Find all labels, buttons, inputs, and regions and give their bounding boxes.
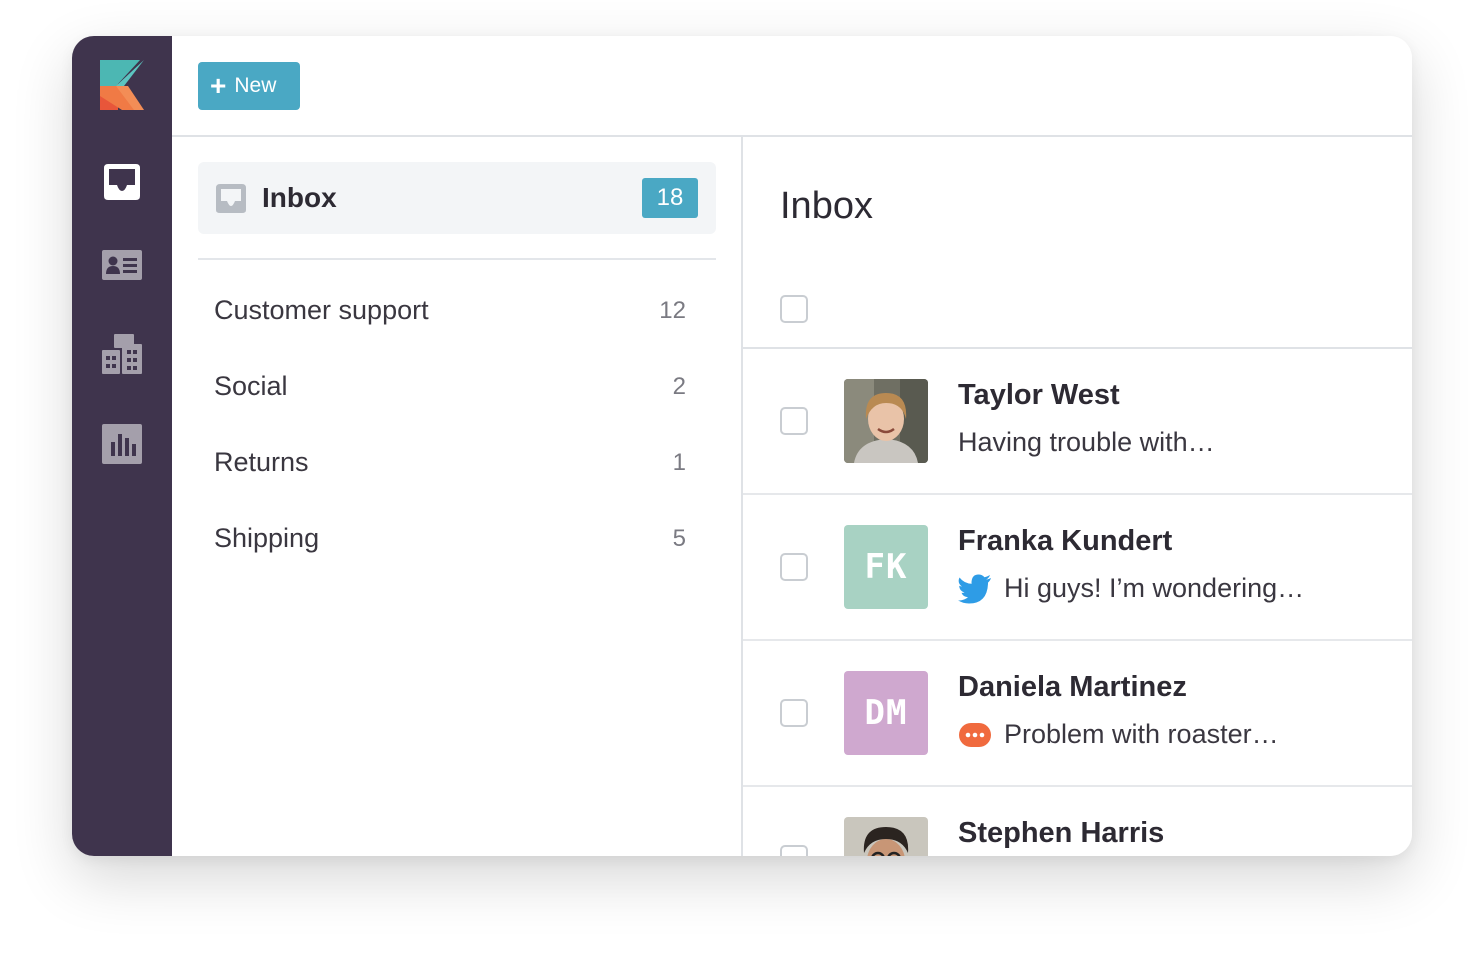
conversation-row[interactable]: Taylor West Having trouble with… bbox=[743, 349, 1412, 495]
folder-label: Shipping bbox=[214, 523, 320, 553]
folder-panel: Inbox 18 Customer support 12 Social 2 Re… bbox=[172, 137, 743, 856]
select-all-checkbox[interactable] bbox=[780, 295, 808, 323]
message-text: Hi guys! I’m wondering… bbox=[1004, 573, 1305, 603]
top-bar: + New bbox=[172, 36, 1412, 137]
buildings-icon[interactable] bbox=[100, 332, 144, 376]
avatar: DM bbox=[844, 671, 928, 755]
plus-icon: + bbox=[210, 70, 227, 101]
message-preview: Problem with roaster… bbox=[958, 719, 1279, 750]
avatar: FK bbox=[844, 525, 928, 609]
inbox-count-badge: 18 bbox=[642, 178, 698, 218]
contact-card-icon[interactable] bbox=[100, 244, 144, 288]
inbox-label: Inbox bbox=[262, 182, 337, 213]
new-button[interactable]: + New bbox=[198, 62, 300, 110]
new-button-label: New bbox=[234, 74, 277, 97]
conversation-row[interactable]: Stephen Harris bbox=[743, 787, 1412, 856]
row-checkbox[interactable] bbox=[780, 699, 808, 727]
folder-count: 5 bbox=[672, 525, 686, 552]
folder-social[interactable]: Social 2 bbox=[214, 363, 686, 413]
row-checkbox[interactable] bbox=[780, 553, 808, 581]
sidebar bbox=[72, 36, 172, 856]
avatar bbox=[844, 379, 928, 463]
message-preview: Having trouble with… bbox=[958, 427, 1215, 458]
chat-bubble-icon bbox=[959, 722, 991, 747]
conversation-row[interactable]: FK Franka Kundert Hi guys! I’m wondering… bbox=[743, 495, 1412, 641]
folder-label: Social bbox=[214, 371, 288, 401]
folder-count: 1 bbox=[672, 449, 686, 476]
conversation-list: Inbox Taylor West Having trouble with… F… bbox=[743, 137, 1412, 856]
message-text: Having trouble with… bbox=[958, 427, 1215, 457]
twitter-icon bbox=[958, 574, 991, 603]
inbox-icon[interactable] bbox=[100, 160, 144, 204]
contact-name: Stephen Harris bbox=[958, 817, 1165, 849]
conversation-row[interactable]: DM Daniela Martinez Problem with roaster… bbox=[743, 641, 1412, 787]
app-window: + New Inbox 18 Customer support 12 Socia… bbox=[72, 36, 1412, 856]
app-logo[interactable] bbox=[100, 60, 146, 110]
contact-name: Daniela Martinez bbox=[958, 671, 1187, 703]
folder-count: 2 bbox=[672, 373, 686, 400]
avatar bbox=[844, 817, 928, 856]
folder-returns[interactable]: Returns 1 bbox=[214, 439, 686, 489]
folder-count: 12 bbox=[659, 297, 686, 324]
contact-name: Taylor West bbox=[958, 379, 1120, 411]
row-checkbox[interactable] bbox=[780, 407, 808, 435]
folder-inbox[interactable]: Inbox 18 bbox=[198, 162, 716, 234]
divider bbox=[198, 258, 716, 260]
folder-shipping[interactable]: Shipping 5 bbox=[214, 515, 686, 565]
folder-label: Customer support bbox=[214, 295, 429, 325]
row-checkbox[interactable] bbox=[780, 845, 808, 856]
inbox-tray-icon bbox=[216, 184, 246, 213]
message-text: Problem with roaster… bbox=[1004, 719, 1279, 749]
folder-label: Returns bbox=[214, 447, 309, 477]
page-title: Inbox bbox=[780, 185, 873, 227]
contact-name: Franka Kundert bbox=[958, 525, 1173, 557]
folder-customer-support[interactable]: Customer support 12 bbox=[214, 287, 686, 337]
bar-chart-icon[interactable] bbox=[100, 422, 144, 466]
message-preview: Hi guys! I’m wondering… bbox=[958, 573, 1304, 604]
